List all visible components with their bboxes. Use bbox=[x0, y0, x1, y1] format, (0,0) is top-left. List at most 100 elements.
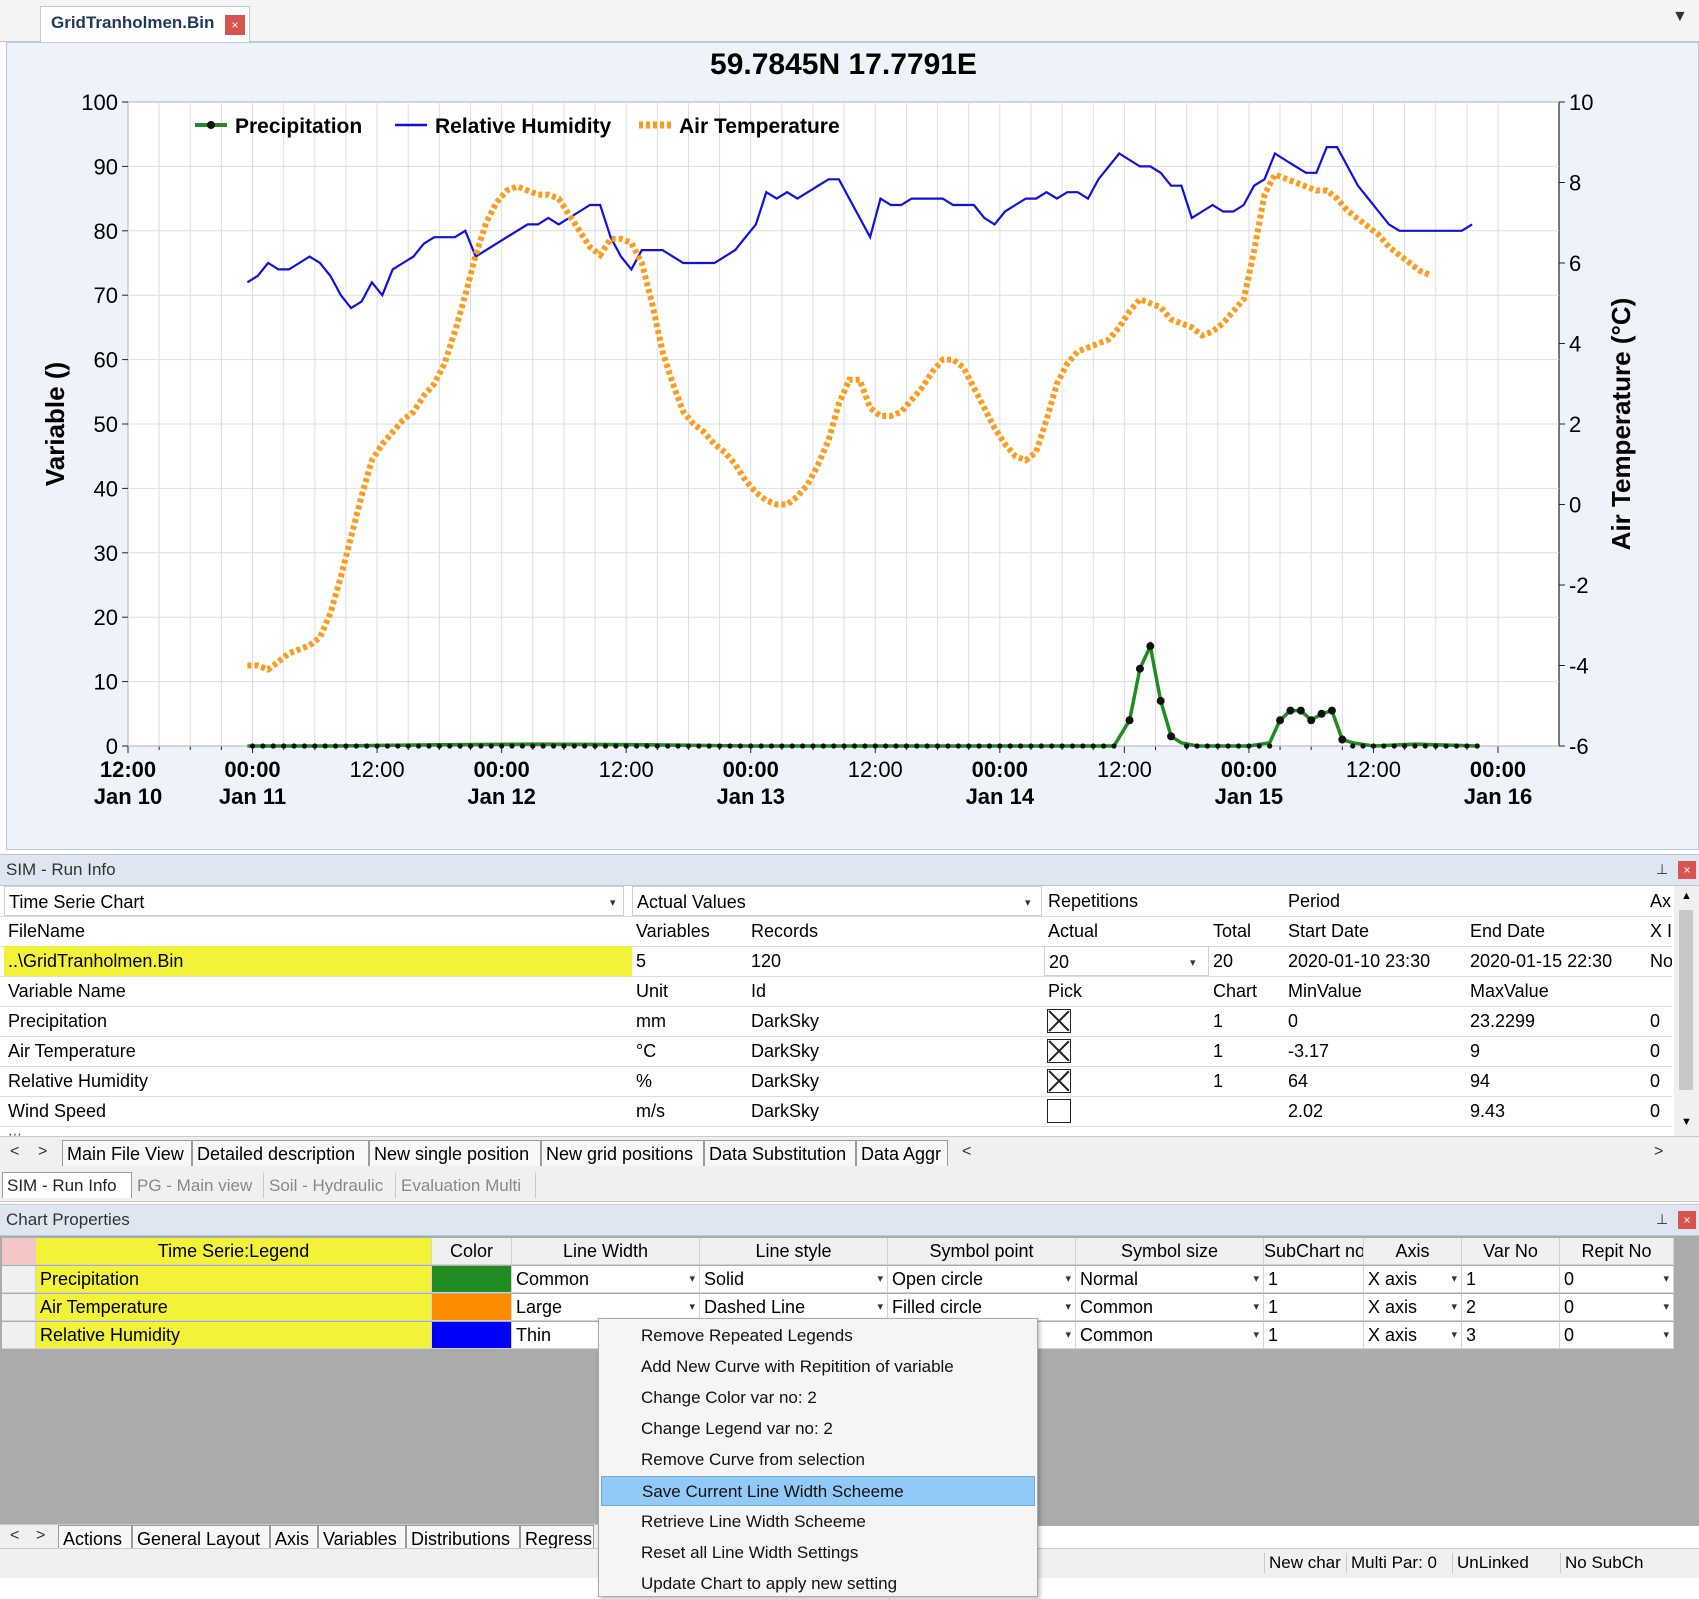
cell-legend[interactable]: Air Temperature bbox=[36, 1294, 432, 1321]
dropdown-arrow-icon[interactable]: ▾ bbox=[610, 896, 616, 909]
dropdown-arrow-icon[interactable]: ▾ bbox=[1190, 956, 1196, 969]
dropdown-arrow-icon[interactable]: ▾ bbox=[1253, 1294, 1259, 1320]
values-mode-select[interactable]: Actual Values bbox=[632, 886, 1042, 916]
tab-detailed-description[interactable]: Detailed description bbox=[192, 1140, 369, 1166]
dropdown-arrow-icon[interactable]: ▾ bbox=[1065, 1322, 1071, 1348]
tab-data-aggr[interactable]: Data Aggr bbox=[856, 1140, 948, 1166]
scroll-down-icon[interactable]: ▼ bbox=[1681, 1116, 1692, 1128]
document-tab[interactable]: GridTranholmen.Bin × bbox=[40, 6, 250, 42]
dropdown-arrow-icon[interactable]: ▾ bbox=[689, 1294, 695, 1320]
close-icon[interactable]: × bbox=[1678, 1211, 1696, 1229]
menu-item-remove-repeated-legends[interactable]: Remove Repeated Legends bbox=[601, 1321, 1035, 1351]
chart-type-select[interactable]: Time Serie Chart bbox=[4, 886, 624, 916]
pick-checkbox[interactable] bbox=[1047, 1009, 1071, 1033]
dropdown-arrow-icon[interactable]: ▾ bbox=[1065, 1294, 1071, 1320]
dropdown-arrow-icon[interactable]: ▾ bbox=[1025, 896, 1031, 909]
tab-data-substitution[interactable]: Data Substitution bbox=[704, 1140, 856, 1166]
dropdown-arrow-icon[interactable]: ▾ bbox=[877, 1266, 883, 1292]
cell-rep[interactable]: 0 ▾ bbox=[1560, 1294, 1674, 1321]
chevron-right-icon[interactable]: > bbox=[38, 1143, 47, 1161]
cell-sub[interactable]: 1 bbox=[1264, 1294, 1364, 1321]
cell-width[interactable]: Common ▾ bbox=[512, 1266, 700, 1293]
close-icon[interactable]: × bbox=[1678, 861, 1696, 879]
menu-item-retrieve-line-width-scheeme[interactable]: Retrieve Line Width Scheeme bbox=[601, 1507, 1035, 1537]
pick-checkbox[interactable] bbox=[1047, 1039, 1071, 1063]
cell-var[interactable]: 2 bbox=[1462, 1294, 1560, 1321]
vertical-scrollbar[interactable]: ▲ ▼ bbox=[1674, 886, 1699, 1136]
panel-tab-evaluation-multi[interactable]: Evaluation Multi bbox=[396, 1172, 536, 1198]
menu-item-change-legend-var-no-2[interactable]: Change Legend var no: 2 bbox=[601, 1414, 1035, 1444]
tab-new-single-position[interactable]: New single position bbox=[369, 1140, 541, 1166]
filename-value[interactable]: ..\GridTranholmen.Bin bbox=[4, 946, 632, 976]
dropdown-arrow-icon[interactable]: ▾ bbox=[1663, 1294, 1669, 1320]
column-header[interactable]: SubChart no bbox=[1264, 1238, 1364, 1265]
pin-icon[interactable]: ⊥ bbox=[1656, 1211, 1668, 1228]
column-header[interactable]: Axis bbox=[1364, 1238, 1462, 1265]
cell-symbol[interactable]: Filled circle ▾ bbox=[888, 1294, 1076, 1321]
dropdown-arrow-icon[interactable]: ▾ bbox=[1451, 1322, 1457, 1348]
panel-tab-pg-main-view[interactable]: PG - Main view bbox=[132, 1172, 264, 1198]
cell-width[interactable]: Large ▾ bbox=[512, 1294, 700, 1321]
chevron-left-icon[interactable]: < bbox=[962, 1143, 971, 1161]
column-header[interactable]: Repit No bbox=[1560, 1238, 1674, 1265]
column-header[interactable]: Line Width bbox=[512, 1238, 700, 1265]
menu-item-change-color-var-no-2[interactable]: Change Color var no: 2 bbox=[601, 1383, 1035, 1413]
dropdown-arrow-icon[interactable]: ▾ bbox=[1065, 1266, 1071, 1292]
row-selector[interactable] bbox=[2, 1322, 36, 1349]
cell-axis[interactable]: X axis ▾ bbox=[1364, 1322, 1462, 1349]
panel-tab-soil-hydraulic[interactable]: Soil - Hydraulic bbox=[264, 1172, 396, 1198]
column-header[interactable]: Symbol point bbox=[888, 1238, 1076, 1265]
menu-item-update-chart-to-apply-new-setting[interactable]: Update Chart to apply new setting bbox=[601, 1569, 1035, 1599]
dropdown-arrow-icon[interactable]: ▾ bbox=[1451, 1266, 1457, 1292]
color-swatch[interactable] bbox=[432, 1322, 512, 1349]
dropdown-arrow-icon[interactable]: ▾ bbox=[689, 1266, 695, 1292]
column-header[interactable]: Var No bbox=[1462, 1238, 1560, 1265]
column-header[interactable]: Color bbox=[432, 1238, 512, 1265]
dropdown-arrow-icon[interactable]: ▾ bbox=[877, 1294, 883, 1320]
chevron-left-icon[interactable]: < bbox=[10, 1143, 19, 1161]
dropdown-arrow-icon[interactable]: ▾ bbox=[1663, 1266, 1669, 1292]
tab-new-grid-positions[interactable]: New grid positions bbox=[541, 1140, 704, 1166]
cell-size[interactable]: Normal ▾ bbox=[1076, 1266, 1264, 1293]
cell-size[interactable]: Common ▾ bbox=[1076, 1294, 1264, 1321]
chevron-left-icon[interactable]: < bbox=[10, 1527, 19, 1545]
pick-checkbox[interactable] bbox=[1047, 1099, 1071, 1123]
start-date-value[interactable]: 2020-01-10 23:30 bbox=[1284, 946, 1466, 976]
cell-style[interactable]: Solid ▾ bbox=[700, 1266, 888, 1293]
cell-sub[interactable]: 1 bbox=[1264, 1322, 1364, 1349]
chevron-down-icon[interactable]: ▼ bbox=[1672, 8, 1688, 26]
cell-var[interactable]: 1 bbox=[1462, 1266, 1560, 1293]
menu-item-save-current-line-width-scheeme[interactable]: Save Current Line Width Scheeme bbox=[601, 1476, 1035, 1506]
menu-item-reset-all-line-width-settings[interactable]: Reset all Line Width Settings bbox=[601, 1538, 1035, 1568]
dropdown-arrow-icon[interactable]: ▾ bbox=[1451, 1294, 1457, 1320]
tab-main-file-view[interactable]: Main File View bbox=[62, 1140, 192, 1166]
menu-item-add-new-curve-with-repitition-of-variable[interactable]: Add New Curve with Repitition of variabl… bbox=[601, 1352, 1035, 1382]
actual-repetitions-select[interactable]: 20 bbox=[1044, 946, 1209, 976]
column-header[interactable]: Line style bbox=[700, 1238, 888, 1265]
pin-icon[interactable]: ⊥ bbox=[1656, 861, 1668, 878]
cell-rep[interactable]: 0 ▾ bbox=[1560, 1322, 1674, 1349]
cell-rep[interactable]: 0 ▾ bbox=[1560, 1266, 1674, 1293]
chevron-right-icon[interactable]: > bbox=[36, 1527, 45, 1545]
dropdown-arrow-icon[interactable]: ▾ bbox=[1253, 1266, 1259, 1292]
chevron-right-icon[interactable]: > bbox=[1654, 1143, 1663, 1161]
color-swatch[interactable] bbox=[432, 1294, 512, 1321]
scroll-up-icon[interactable]: ▲ bbox=[1681, 890, 1692, 902]
menu-item-remove-curve-from-selection[interactable]: Remove Curve from selection bbox=[601, 1445, 1035, 1475]
cell-size[interactable]: Common ▾ bbox=[1076, 1322, 1264, 1349]
color-swatch[interactable] bbox=[432, 1266, 512, 1293]
column-header[interactable]: Time Serie:Legend bbox=[36, 1238, 432, 1265]
close-icon[interactable]: × bbox=[225, 15, 245, 35]
cell-axis[interactable]: X axis ▾ bbox=[1364, 1266, 1462, 1293]
row-selector[interactable] bbox=[2, 1238, 36, 1265]
cell-legend[interactable]: Precipitation bbox=[36, 1266, 432, 1293]
cell-sub[interactable]: 1 bbox=[1264, 1266, 1364, 1293]
row-selector[interactable] bbox=[2, 1266, 36, 1293]
dropdown-arrow-icon[interactable]: ▾ bbox=[1253, 1322, 1259, 1348]
panel-tab-sim-run-info[interactable]: SIM - Run Info bbox=[2, 1172, 132, 1198]
cell-style[interactable]: Dashed Line ▾ bbox=[700, 1294, 888, 1321]
end-date-value[interactable]: 2020-01-15 22:30 bbox=[1466, 946, 1646, 976]
cell-var[interactable]: 3 bbox=[1462, 1322, 1560, 1349]
scroll-thumb[interactable] bbox=[1679, 910, 1693, 1090]
row-selector[interactable] bbox=[2, 1294, 36, 1321]
